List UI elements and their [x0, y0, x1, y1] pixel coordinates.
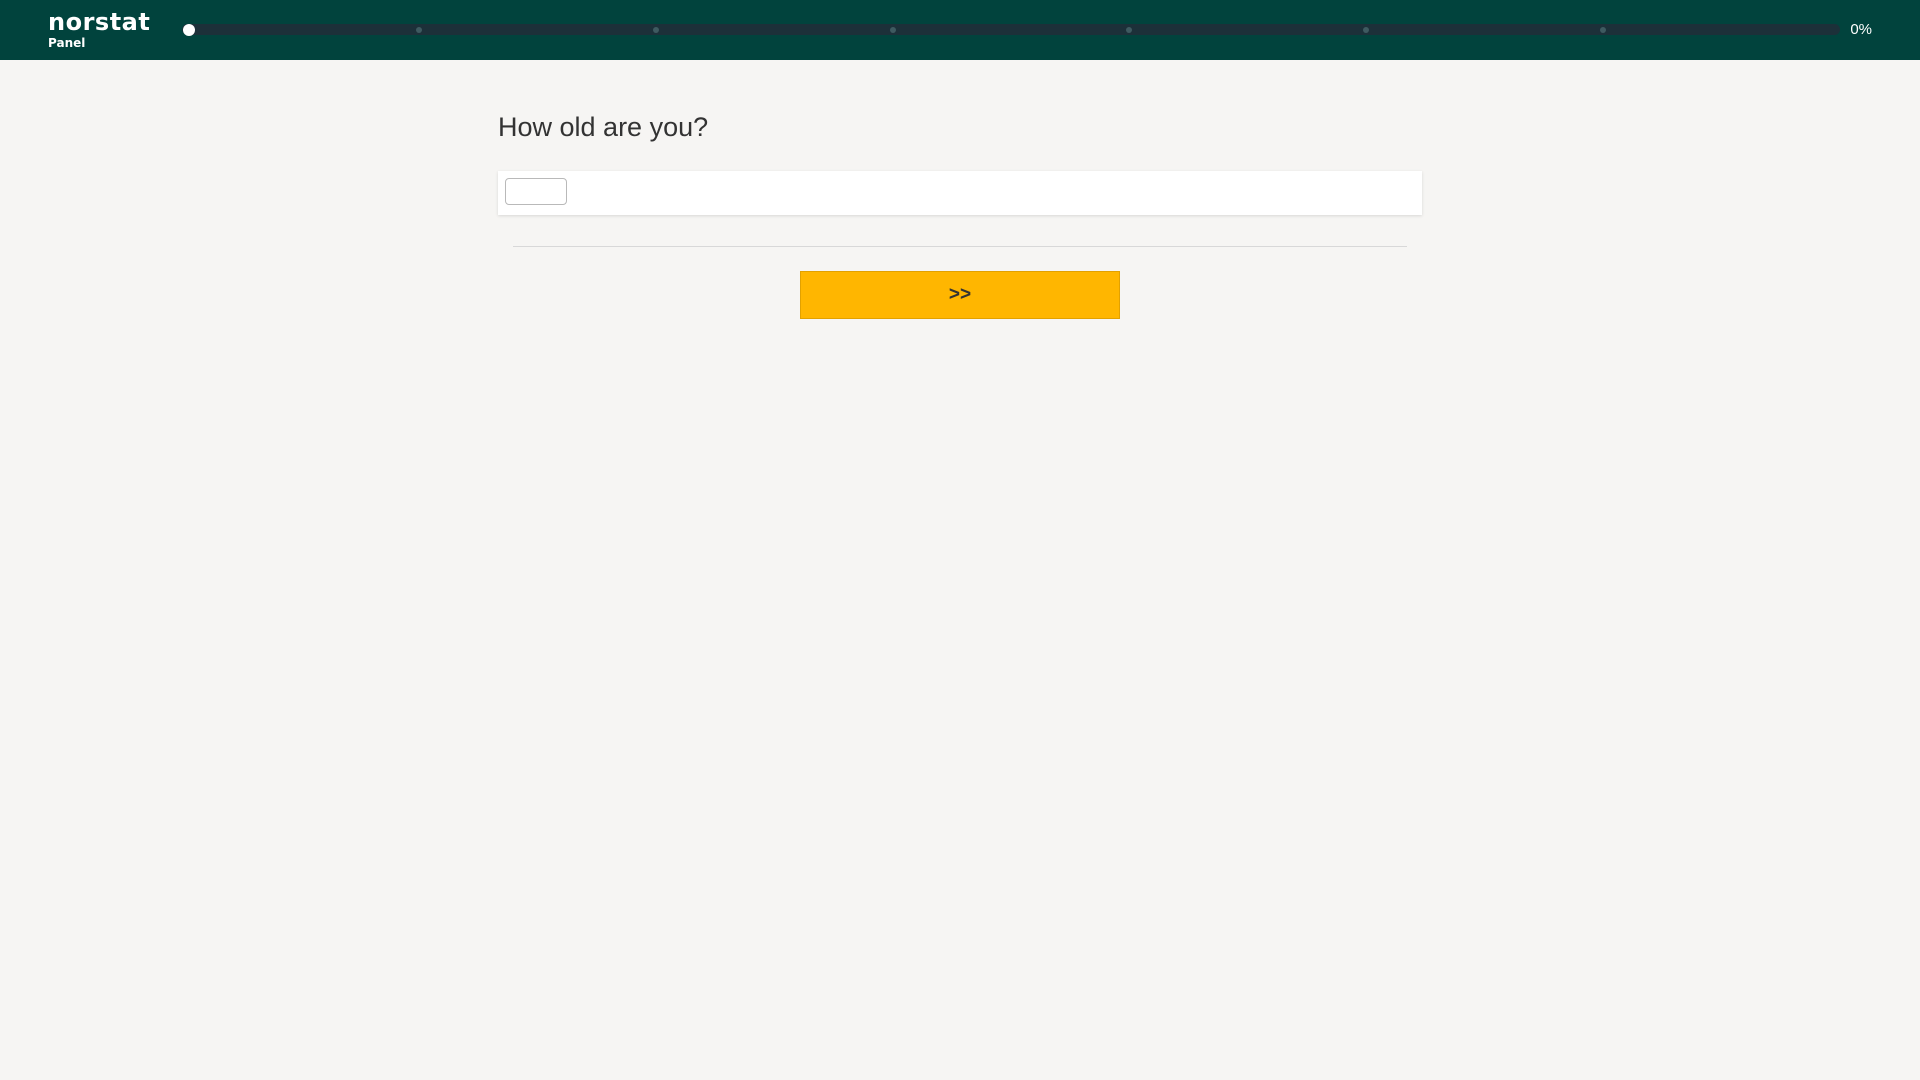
progress-step-dot — [1126, 26, 1133, 33]
next-button[interactable]: >> — [800, 271, 1120, 319]
answer-panel — [498, 171, 1422, 215]
divider — [513, 246, 1407, 247]
age-input[interactable] — [505, 178, 567, 205]
progress-step-dot — [1363, 26, 1370, 33]
question-title: How old are you? — [498, 112, 709, 142]
progress-bar — [182, 24, 1840, 35]
logo-wordmark: norstat — [48, 8, 151, 36]
survey-content: How old are you? >> — [498, 60, 1422, 319]
progress-step-dot — [652, 26, 659, 33]
progress-step-dot — [1600, 26, 1607, 33]
norstat-logo: norstat Panel — [48, 8, 150, 50]
progress-step-dot — [415, 26, 422, 33]
progress-step-dot — [889, 26, 896, 33]
progress-percent-label: 0% — [1850, 21, 1872, 38]
top-bar: norstat Panel 0% — [0, 0, 1920, 60]
progress-indicator-knob — [183, 24, 195, 36]
logo-subtitle: Panel — [48, 36, 86, 50]
